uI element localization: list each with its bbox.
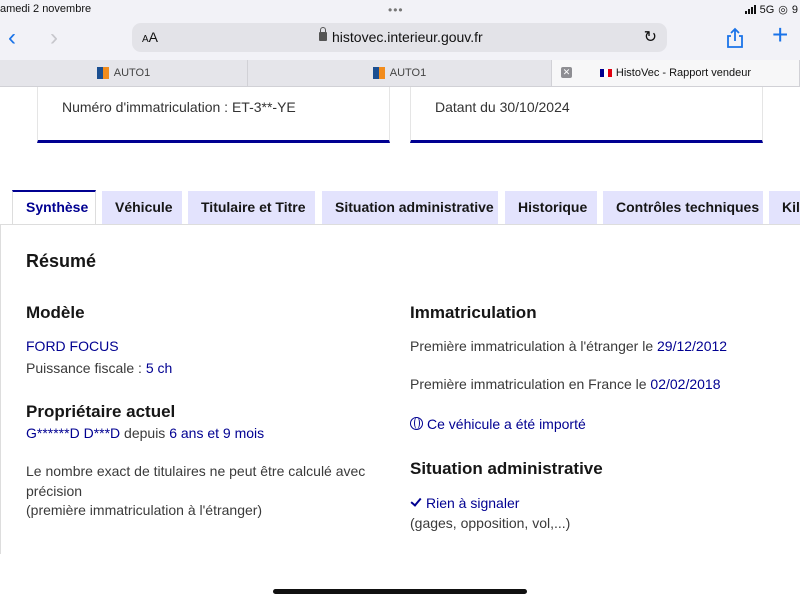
foreign-registration-date: 29/12/2012 [657,338,728,354]
imported-text: Ce véhicule a été importé [427,416,586,432]
multitask-dots[interactable]: ••• [388,3,404,17]
tab-controles-techniques[interactable]: Contrôles techniques [603,191,763,224]
france-registration-label: Première immatriculation en France le [410,376,651,392]
share-icon[interactable] [724,27,746,49]
status-indicators: 5G ◎ 9 [744,3,798,16]
chevron-left-icon[interactable]: ‹ [8,26,16,50]
registration-card: Numéro d'immatriculation : ET-3**-YE [37,87,390,143]
check-icon [410,495,422,507]
french-flag-icon [599,69,612,77]
close-tab-icon[interactable]: ✕ [561,67,572,78]
tab-synthese[interactable]: Synthèse [12,190,96,225]
address-bar[interactable]: AA histovec.interieur.gouv.fr ↻ [132,23,667,52]
owner-since-label: depuis [120,425,170,441]
browser-tab-label: AUTO1 [389,67,427,79]
reload-icon[interactable]: ↻ [644,27,657,47]
browser-tab-2[interactable]: AUTO1 [248,60,552,86]
france-registration-date: 02/02/2018 [650,376,721,392]
imported-notice: Ce véhicule a été importé [410,416,586,432]
location-icon: ◎ [778,4,788,16]
france-registration: Première immatriculation en France le 02… [410,376,721,392]
tab-vehicule[interactable]: Véhicule [102,191,182,224]
summary-title: Résumé [26,251,97,271]
battery-label: 9 [791,3,798,16]
plus-icon[interactable]: + [772,21,788,49]
browser-tab-label: HistoVec - Rapport vendeur [615,67,752,79]
owners-note-line3: (première immatriculation à l'étranger) [26,502,263,518]
globe-icon [410,417,423,430]
owners-note-line2: précision [26,483,83,499]
tab-titulaire[interactable]: Titulaire et Titre [188,191,315,224]
owner-name: G******D D***D [26,425,121,441]
report-date: Datant du 30/10/2024 [435,99,570,115]
report-date-card: Datant du 30/10/2024 [410,87,763,143]
admin-status: Rien à signaler [410,495,519,511]
url-text[interactable]: histovec.interieur.gouv.fr [332,29,483,45]
browser-tab-3[interactable]: ✕ HistoVec - Rapport vendeur [552,60,800,86]
auto1-favicon-icon [372,67,385,79]
owner-heading: Propriétaire actuel [26,402,176,421]
tab-kilometrage[interactable]: Kilo [769,191,800,224]
signal-icon [744,5,756,14]
status-bar: amedi 2 novembre ••• 5G ◎ 9 [0,0,800,20]
browser-tab-bar: AUTO1 AUTO1 ✕ HistoVec - Rapport vendeur [0,60,800,87]
network-label: 5G [759,3,775,16]
report-tabs: Synthèse Véhicule Titulaire et Titre Sit… [0,190,800,225]
owners-note-line1: Le nombre exact de titulaires ne peut êt… [26,463,366,479]
browser-tab-label: AUTO1 [113,67,151,79]
admin-heading: Situation administrative [410,459,603,478]
fiscal-power-value: 5 ch [145,360,173,376]
registration-heading: Immatriculation [410,303,537,322]
browser-tab-1[interactable]: AUTO1 [0,60,248,86]
status-date: amedi 2 novembre [0,3,92,15]
registration-number: Numéro d'immatriculation : ET-3**-YE [62,99,296,115]
home-indicator[interactable] [273,589,527,594]
owner-line: G******D D***D depuis 6 ans et 9 mois [26,425,264,441]
admin-status-text: Rien à signaler [426,495,520,511]
fiscal-power: Puissance fiscale : 5 ch [26,360,172,376]
tab-historique[interactable]: Historique [505,191,597,224]
model-name: FORD FOCUS [26,338,119,354]
foreign-registration: Première immatriculation à l'étranger le… [410,338,727,354]
fiscal-power-label: Puissance fiscale : [26,360,146,376]
model-heading: Modèle [26,303,85,322]
chevron-right-icon[interactable]: › [50,26,58,50]
tab-situation-administrative[interactable]: Situation administrative [322,191,498,224]
auto1-favicon-icon [96,67,109,79]
browser-toolbar: ‹ › AA histovec.interieur.gouv.fr ↻ + [0,20,800,60]
reader-options-button[interactable]: AA [142,29,158,45]
admin-details: (gages, opposition, vol,...) [410,515,571,531]
owner-duration: 6 ans et 9 mois [169,425,265,441]
lock-icon [319,27,327,41]
foreign-registration-label: Première immatriculation à l'étranger le [410,338,657,354]
